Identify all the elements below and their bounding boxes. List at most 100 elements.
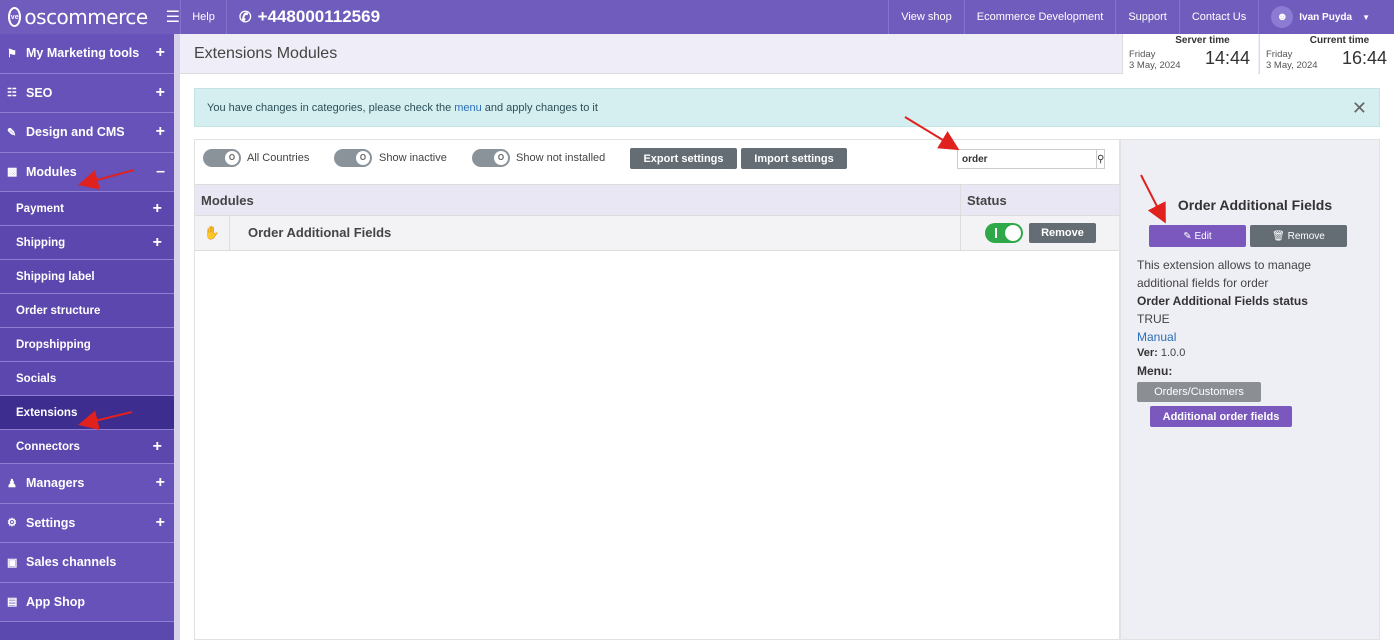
details-description: This extension allows to manage: [1137, 258, 1312, 272]
page-title: Extensions Modules: [194, 45, 338, 62]
search-icon[interactable]: ⚲: [1096, 150, 1104, 168]
expand-icon: +: [152, 233, 162, 251]
drag-handle-icon[interactable]: ✋: [195, 216, 230, 250]
gears-icon: ⚙: [7, 517, 17, 530]
shop-icon: ▤: [7, 596, 18, 609]
version-value: 1.0.0: [1160, 347, 1186, 359]
sidebar-item-sales-channels[interactable]: ▣ Sales channels: [0, 543, 174, 583]
logo[interactable]: ve oscommerce ☰: [0, 0, 181, 34]
module-details-panel: Order Additional Fields ✎ Edit 🗑 Remove …: [1120, 139, 1380, 640]
phone-text: +448000112569: [257, 7, 381, 26]
sidebar-item-label: Socials: [16, 372, 57, 385]
server-time-day: Friday 3 May, 2024: [1129, 49, 1181, 71]
status-column-header: Status: [960, 185, 1013, 216]
remove-module-button[interactable]: Remove: [1029, 223, 1096, 243]
view-shop-link[interactable]: View shop: [888, 0, 964, 34]
sidebar-item-modules[interactable]: ▩ Modules –: [0, 152, 174, 192]
expand-icon: +: [152, 437, 162, 455]
import-settings-button[interactable]: Import settings: [741, 148, 847, 169]
table-row[interactable]: ✋ Order Additional Fields Remove: [195, 216, 1119, 251]
modules-toolbar: All Countries Show inactive Show not ins…: [195, 140, 1119, 184]
sidebar-item-label: Shipping label: [16, 270, 95, 283]
manual-link[interactable]: Manual: [1137, 330, 1176, 344]
sidebar-item-design-cms[interactable]: ✎ Design and CMS +: [0, 113, 174, 153]
top-bar: ve oscommerce ☰ Help ✆ +448000112569 Vie…: [0, 0, 1394, 34]
sidebar-item-extensions[interactable]: Extensions: [0, 396, 174, 430]
sidebar-item-socials[interactable]: Socials: [0, 362, 174, 396]
version-label: Ver:: [1137, 347, 1158, 359]
trash-icon: 🗑: [1272, 230, 1288, 242]
sidebar-item-settings[interactable]: ⚙ Settings +: [0, 503, 174, 543]
notice-text-end: and apply changes to it: [484, 101, 598, 114]
orders-customers-button[interactable]: Orders/Customers: [1137, 382, 1261, 402]
sidebar-item-marketing-tools[interactable]: ⚑ My Marketing tools +: [0, 34, 174, 74]
current-time-value: 16:44: [1341, 48, 1387, 68]
user-menu[interactable]: ☻ Ivan Puyda ▼: [1258, 0, 1394, 34]
sidebar: ⚑ My Marketing tools + ☷ SEO + ✎ Design …: [0, 34, 174, 640]
show-not-installed-toggle[interactable]: [472, 149, 510, 167]
sidebar-item-app-shop[interactable]: ▤ App Shop: [0, 582, 174, 622]
changes-notice: You have changes in categories, please c…: [194, 88, 1380, 127]
sidebar-item-seo[interactable]: ☷ SEO +: [0, 73, 174, 113]
export-settings-button[interactable]: Export settings: [630, 148, 737, 169]
remove-button[interactable]: 🗑 Remove: [1250, 225, 1347, 247]
sidebar-item-dropshipping[interactable]: Dropshipping: [0, 328, 174, 362]
puzzle-icon: ▩: [7, 166, 18, 179]
notice-menu-link[interactable]: menu: [454, 102, 482, 114]
logo-text: oscommerce: [24, 5, 148, 29]
sidebar-item-label: Extensions: [16, 406, 78, 419]
sidebar-item-shipping-label[interactable]: Shipping label: [0, 260, 174, 294]
remove-button-label: Remove: [1287, 230, 1325, 242]
edit-button[interactable]: ✎ Edit: [1149, 225, 1246, 247]
sidebar-item-order-structure[interactable]: Order structure: [0, 294, 174, 328]
sidebar-item-label: Design and CMS: [26, 125, 125, 140]
table-header: Modules Status: [195, 184, 1119, 216]
sidebar-item-label: SEO: [26, 85, 53, 100]
user-icon: ♟: [7, 477, 17, 490]
status-toggle[interactable]: [985, 223, 1023, 243]
contact-us-link[interactable]: Contact Us: [1178, 0, 1258, 34]
ecommerce-development-link[interactable]: Ecommerce Development: [963, 0, 1116, 34]
sidebar-item-label: Modules: [26, 164, 77, 179]
sidebar-item-connectors[interactable]: Connectors +: [0, 430, 174, 464]
current-time: Current time Friday 3 May, 2024 16:44: [1259, 34, 1394, 74]
modules-panel: All Countries Show inactive Show not ins…: [194, 139, 1120, 640]
help-link[interactable]: Help: [181, 0, 227, 34]
additional-order-fields-button[interactable]: Additional order fields: [1150, 406, 1292, 427]
search-input[interactable]: [958, 150, 1096, 168]
expand-icon: +: [155, 513, 165, 531]
expand-icon: +: [155, 123, 165, 141]
notice-text: You have changes in categories, please c…: [207, 101, 452, 114]
show-inactive-toggle[interactable]: [334, 149, 372, 167]
sidebar-item-label: Shipping: [16, 236, 66, 249]
support-link[interactable]: Support: [1115, 0, 1179, 34]
all-countries-toggle[interactable]: [203, 149, 241, 167]
show-not-installed-label: Show not installed: [516, 152, 606, 164]
phone-icon: ✆: [239, 9, 252, 26]
chevron-down-icon: ▼: [1362, 12, 1370, 22]
sidebar-item-label: Connectors: [16, 440, 80, 453]
menu-label: Menu:: [1137, 364, 1173, 378]
module-name: Order Additional Fields: [248, 225, 392, 240]
sidebar-item-label: Managers: [26, 476, 85, 491]
modules-column-header: Modules: [201, 193, 254, 208]
sidebar-scrollbar[interactable]: [174, 34, 180, 640]
server-time-label: Server time: [1175, 35, 1230, 46]
sidebar-item-payment[interactable]: Payment +: [0, 192, 174, 226]
server-time-value: 14:44: [1204, 48, 1250, 68]
status-value: TRUE: [1137, 312, 1170, 326]
monitor-icon: ▣: [7, 556, 18, 569]
sidebar-item-label: Dropshipping: [16, 338, 91, 351]
hamburger-icon[interactable]: ☰: [166, 7, 180, 27]
sidebar-item-managers[interactable]: ♟ Managers +: [0, 464, 174, 504]
current-time-day: Friday 3 May, 2024: [1266, 49, 1318, 71]
close-icon[interactable]: ✕: [1352, 98, 1367, 119]
collapse-icon: –: [156, 162, 165, 180]
sidebar-item-shipping[interactable]: Shipping +: [0, 226, 174, 260]
phone-number[interactable]: ✆ +448000112569: [227, 0, 380, 34]
details-title: Order Additional Fields: [1177, 197, 1333, 213]
page-header: Extensions Modules Server time Friday 3 M…: [180, 34, 1394, 74]
expand-icon: +: [155, 83, 165, 101]
expand-icon: +: [155, 44, 165, 62]
sidebar-item-label: App Shop: [26, 594, 86, 609]
